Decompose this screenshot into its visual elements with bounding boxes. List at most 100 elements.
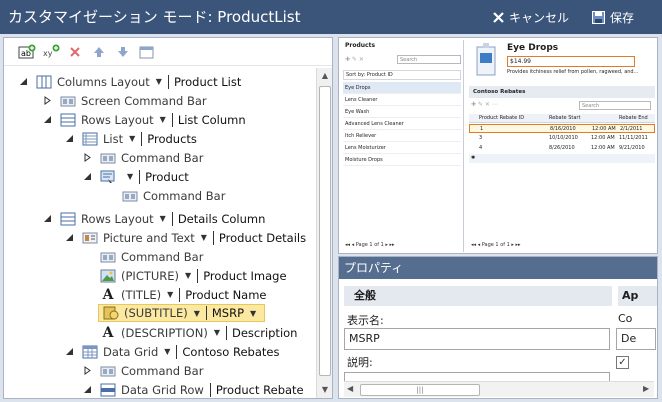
table-row[interactable]: 1 8/16/2010 12:00 AM 2/1/2011	[469, 124, 655, 133]
display-name-field[interactable]: MSRP	[344, 328, 610, 350]
description-label: 説明:	[347, 356, 373, 369]
collapse-icon[interactable]	[42, 214, 52, 224]
chevron-down-icon[interactable]: ▼	[214, 328, 220, 337]
co-label: Co	[618, 312, 633, 325]
save-button[interactable]: 保存	[592, 9, 634, 26]
tree-node-command-bar[interactable]: Command Bar	[82, 148, 203, 167]
tree-node-rows-layout-list[interactable]: Rows Layout ▼ List Column	[42, 110, 246, 129]
tree-node-rows-layout-details[interactable]: Rows Layout ▼ Details Column	[42, 209, 265, 228]
preview-sort-select[interactable]: Sort by: Product ID	[343, 70, 461, 80]
grid-header[interactable]: Rebate Start	[549, 114, 580, 123]
tree-node-product[interactable]: ▼ Product	[82, 167, 189, 186]
collapse-icon[interactable]	[64, 233, 74, 243]
preview-msrp-field[interactable]: $14.99	[507, 56, 635, 67]
tree-vertical-scrollbar[interactable]: ▲ ▼	[316, 68, 332, 398]
tree-node-data-grid[interactable]: Data Grid ▼ Contoso Rebates	[64, 342, 279, 361]
chevron-down-icon[interactable]: ▼	[167, 290, 173, 299]
table-row-new[interactable]: ✱	[469, 154, 655, 163]
node-label: Data Grid	[103, 344, 159, 359]
tree-node-command-bar[interactable]: Command Bar	[100, 247, 203, 266]
delete-button[interactable]	[66, 43, 84, 61]
list-item[interactable]: Lens Cleaner	[343, 94, 461, 106]
rows-layout-icon	[60, 212, 76, 226]
list-item[interactable]: Lens Moisturizer	[343, 142, 461, 154]
chevron-down-icon[interactable]: ▼	[160, 115, 166, 124]
table-row[interactable]: 4 8/26/2010 12:00 AM 9/21/2010	[469, 144, 655, 153]
preview-product-list: Products ✚ ✎ ✕ Search Sort by: Product I…	[341, 40, 464, 252]
tree-node-data-grid-row[interactable]: Data Grid Row Product Rebate	[82, 380, 304, 398]
tree-node-description[interactable]: A (DESCRIPTION) ▼ Description	[100, 323, 298, 342]
de-field[interactable]: De	[616, 328, 656, 350]
chevron-down-icon[interactable]: ▼	[194, 309, 200, 318]
list-item[interactable]: Eye Drops	[343, 82, 461, 94]
grid-header[interactable]: Product Rebate ID	[479, 114, 524, 123]
add-group-button[interactable]: xy	[42, 43, 60, 61]
collapse-icon[interactable]	[18, 77, 28, 87]
tree-node-command-bar[interactable]: Command Bar	[82, 361, 203, 380]
tree-node-picture-and-text[interactable]: Picture and Text ▼ Product Details	[64, 228, 306, 247]
expand-icon[interactable]	[82, 153, 92, 163]
text-icon: A	[102, 324, 114, 341]
rows-layout-icon	[60, 113, 76, 127]
tree-node-list[interactable]: List ▼ Products	[64, 129, 197, 148]
preview-search-input[interactable]: Search	[397, 55, 461, 64]
cancel-label: キャンセル	[509, 11, 570, 25]
window-title: カスタマイゼーション モード: ProductList	[8, 8, 301, 26]
node-label: (TITLE)	[121, 287, 162, 302]
scroll-down-icon[interactable]: ▼	[317, 382, 333, 398]
table-row[interactable]: 3 10/10/2010 12:00 AM 11/11/2011	[469, 134, 655, 143]
grid-header[interactable]: Rebate End	[619, 114, 648, 123]
text-icon: A	[102, 286, 114, 303]
chevron-down-icon[interactable]: ▼	[185, 271, 191, 280]
preview-pager[interactable]: ◂◂ ◂ Page 1 of 1 ▸ ▸▸	[345, 240, 395, 250]
move-down-button[interactable]	[114, 43, 132, 61]
expand-icon[interactable]	[42, 96, 52, 106]
tree-node-screen-command-bar[interactable]: Screen Command Bar	[42, 91, 207, 110]
tree-node-columns-layout[interactable]: Columns Layout ▼ Product List	[18, 72, 241, 91]
collapse-icon[interactable]	[82, 172, 92, 182]
scroll-thumb[interactable]: |||	[360, 384, 480, 396]
tree-node-command-bar[interactable]: Command Bar	[122, 186, 225, 205]
add-item-button[interactable]: ab	[18, 43, 36, 61]
preview-product-details: Eye Drops $14.99 Provides itchiness reli…	[469, 40, 655, 252]
node-value: MSRP	[211, 306, 245, 320]
svg-text:xy: xy	[43, 49, 53, 58]
content-tree-pane: ab xy Columns Layout ▼ Product List Scre…	[3, 37, 333, 399]
preview-grid-search[interactable]: Search	[579, 101, 651, 110]
chevron-down-icon[interactable]: ▼	[156, 77, 162, 86]
list-item[interactable]: Advanced Lens Cleaner	[343, 118, 461, 130]
collapse-icon[interactable]	[64, 347, 74, 357]
properties-button[interactable]	[138, 43, 156, 61]
expand-icon[interactable]	[82, 366, 92, 376]
list-item[interactable]: Itch Reliever	[343, 130, 461, 142]
chevron-down-icon[interactable]: ▼	[164, 347, 170, 356]
chevron-down-icon[interactable]: ▼	[250, 309, 256, 318]
properties-horizontal-scrollbar[interactable]: ◀ ||| ▶	[344, 381, 654, 397]
list-icon	[82, 132, 98, 146]
chevron-down-icon[interactable]: ▼	[201, 233, 207, 242]
collapse-icon[interactable]	[82, 385, 92, 395]
cancel-button[interactable]: キャンセル	[493, 9, 569, 26]
scroll-right-icon[interactable]: ▶	[643, 384, 649, 393]
command-bar-icon	[60, 94, 76, 108]
tree-node-subtitle[interactable]: (SUBTITLE) ▼ MSRP ▼	[98, 304, 266, 322]
node-value: Details Column	[177, 211, 266, 226]
chevron-down-icon[interactable]: ▼	[127, 172, 133, 181]
chevron-down-icon[interactable]: ▼	[160, 214, 166, 223]
list-item[interactable]: Moisture Drops	[343, 154, 461, 166]
scroll-left-icon[interactable]: ◀	[347, 384, 353, 393]
collapse-icon[interactable]	[64, 134, 74, 144]
collapse-icon[interactable]	[42, 115, 52, 125]
scroll-thumb[interactable]	[319, 86, 331, 376]
section-general[interactable]: 全般	[344, 286, 612, 306]
chevron-down-icon[interactable]: ▼	[129, 134, 135, 143]
move-up-button[interactable]	[90, 43, 108, 61]
tree-node-picture[interactable]: (PICTURE) ▼ Product Image	[100, 266, 287, 285]
preview-grid-pager[interactable]: ◂◂ ◂ Page 1 of 1 ▸ ▸▸	[471, 240, 521, 250]
checkbox[interactable]: ✓	[616, 356, 629, 369]
tree-node-title[interactable]: A (TITLE) ▼ Product Name	[100, 285, 267, 304]
node-value: List Column	[177, 112, 246, 127]
section-appearance[interactable]: Ap	[618, 286, 657, 306]
list-item[interactable]: Eye Wash	[343, 106, 461, 118]
scroll-up-icon[interactable]: ▲	[317, 68, 333, 84]
